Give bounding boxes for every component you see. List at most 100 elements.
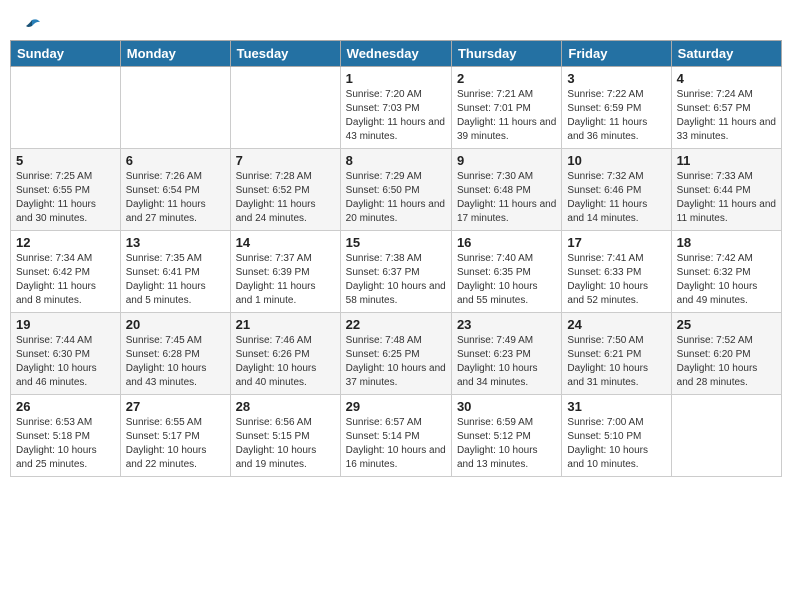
day-number: 1 xyxy=(346,71,446,86)
weekday-header-thursday: Thursday xyxy=(451,41,561,67)
day-info: Sunrise: 7:28 AM Sunset: 6:52 PM Dayligh… xyxy=(236,170,335,226)
day-info: Sunrise: 7:29 AM Sunset: 6:50 PM Dayligh… xyxy=(346,170,446,226)
calendar-empty-cell xyxy=(230,67,340,149)
day-number: 5 xyxy=(16,153,115,168)
calendar-day-cell: 16Sunrise: 7:40 AM Sunset: 6:35 PM Dayli… xyxy=(451,231,561,313)
day-info: Sunrise: 7:46 AM Sunset: 6:26 PM Dayligh… xyxy=(236,334,335,390)
day-info: Sunrise: 7:25 AM Sunset: 6:55 PM Dayligh… xyxy=(16,170,115,226)
day-number: 25 xyxy=(677,317,776,332)
day-number: 29 xyxy=(346,399,446,414)
day-number: 28 xyxy=(236,399,335,414)
calendar-day-cell: 2 Sunrise: 7:21 AM Sunset: 7:01 PM Daylig… xyxy=(451,67,561,149)
day-number: 14 xyxy=(236,235,335,250)
calendar-day-cell: 22 Sunrise: 7:48 AM Sunset: 6:25 PM Dayli… xyxy=(340,313,451,395)
day-info: Sunrise: 7:20 AM Sunset: 7:03 PM Dayligh… xyxy=(346,88,446,144)
day-info: Sunrise: 7:33 AM Sunset: 6:44 PM Dayligh… xyxy=(677,170,776,226)
day-number: 18 xyxy=(677,235,776,250)
weekday-header-sunday: Sunday xyxy=(11,41,121,67)
calendar-day-cell: 25 Sunrise: 7:52 AM Sunset: 6:20 PM Dayli… xyxy=(671,313,781,395)
day-info: Sunrise: 6:56 AM Sunset: 5:15 PM Dayligh… xyxy=(236,416,335,472)
calendar-day-cell: 5 Sunrise: 7:25 AM Sunset: 6:55 PM Daylig… xyxy=(11,149,121,231)
day-number: 30 xyxy=(457,399,556,414)
calendar-day-cell: 19 Sunrise: 7:44 AM Sunset: 6:30 PM Dayli… xyxy=(11,313,121,395)
page-header xyxy=(10,10,782,34)
day-number: 19 xyxy=(16,317,115,332)
day-number: 15 xyxy=(346,235,446,250)
day-info: Sunrise: 7:35 AM Sunset: 6:41 PM Dayligh… xyxy=(126,252,225,308)
calendar-week-row: 1 Sunrise: 7:20 AM Sunset: 7:03 PM Daylig… xyxy=(11,67,782,149)
day-number: 27 xyxy=(126,399,225,414)
weekday-header-monday: Monday xyxy=(120,41,230,67)
day-number: 21 xyxy=(236,317,335,332)
day-number: 13 xyxy=(126,235,225,250)
day-info: Sunrise: 7:34 AM Sunset: 6:42 PM Dayligh… xyxy=(16,252,115,308)
day-number: 6 xyxy=(126,153,225,168)
calendar-day-cell: 4 Sunrise: 7:24 AM Sunset: 6:57 PM Daylig… xyxy=(671,67,781,149)
calendar-day-cell: 8 Sunrise: 7:29 AM Sunset: 6:50 PM Daylig… xyxy=(340,149,451,231)
day-info: Sunrise: 7:52 AM Sunset: 6:20 PM Dayligh… xyxy=(677,334,776,390)
day-info: Sunrise: 6:55 AM Sunset: 5:17 PM Dayligh… xyxy=(126,416,225,472)
calendar-day-cell: 14 Sunrise: 7:37 AM Sunset: 6:39 PM Dayli… xyxy=(230,231,340,313)
weekday-header-friday: Friday xyxy=(562,41,671,67)
calendar-day-cell: 9 Sunrise: 7:30 AM Sunset: 6:48 PM Daylig… xyxy=(451,149,561,231)
calendar-week-row: 26 Sunrise: 6:53 AM Sunset: 5:18 PM Dayli… xyxy=(11,395,782,477)
day-number: 23 xyxy=(457,317,556,332)
weekday-header-tuesday: Tuesday xyxy=(230,41,340,67)
day-number: 11 xyxy=(677,153,776,168)
day-number: 8 xyxy=(346,153,446,168)
calendar-day-cell: 28 Sunrise: 6:56 AM Sunset: 5:15 PM Dayli… xyxy=(230,395,340,477)
day-info: Sunrise: 7:41 AM Sunset: 6:33 PM Dayligh… xyxy=(567,252,665,308)
calendar-header-row: SundayMondayTuesdayWednesdayThursdayFrid… xyxy=(11,41,782,67)
day-number: 7 xyxy=(236,153,335,168)
weekday-header-saturday: Saturday xyxy=(671,41,781,67)
calendar-day-cell: 21 Sunrise: 7:46 AM Sunset: 6:26 PM Dayli… xyxy=(230,313,340,395)
day-number: 26 xyxy=(16,399,115,414)
calendar-day-cell: 31 Sunrise: 7:00 AM Sunset: 5:10 PM Dayli… xyxy=(562,395,671,477)
calendar-day-cell: 10 Sunrise: 7:32 AM Sunset: 6:46 PM Dayli… xyxy=(562,149,671,231)
day-info: Sunrise: 7:00 AM Sunset: 5:10 PM Dayligh… xyxy=(567,416,665,472)
day-info: Sunrise: 7:45 AM Sunset: 6:28 PM Dayligh… xyxy=(126,334,225,390)
day-info: Sunrise: 7:22 AM Sunset: 6:59 PM Dayligh… xyxy=(567,88,665,144)
calendar-day-cell: 6 Sunrise: 7:26 AM Sunset: 6:54 PM Daylig… xyxy=(120,149,230,231)
day-info: Sunrise: 7:42 AM Sunset: 6:32 PM Dayligh… xyxy=(677,252,776,308)
calendar-day-cell: 18 Sunrise: 7:42 AM Sunset: 6:32 PM Dayli… xyxy=(671,231,781,313)
day-number: 22 xyxy=(346,317,446,332)
day-info: Sunrise: 7:44 AM Sunset: 6:30 PM Dayligh… xyxy=(16,334,115,390)
calendar-week-row: 5 Sunrise: 7:25 AM Sunset: 6:55 PM Daylig… xyxy=(11,149,782,231)
calendar-day-cell: 27 Sunrise: 6:55 AM Sunset: 5:17 PM Dayli… xyxy=(120,395,230,477)
day-number: 17 xyxy=(567,235,665,250)
day-info: Sunrise: 7:50 AM Sunset: 6:21 PM Dayligh… xyxy=(567,334,665,390)
day-info: Sunrise: 7:49 AM Sunset: 6:23 PM Dayligh… xyxy=(457,334,556,390)
day-info: Sunrise: 7:32 AM Sunset: 6:46 PM Dayligh… xyxy=(567,170,665,226)
day-info: Sunrise: 7:21 AM Sunset: 7:01 PM Dayligh… xyxy=(457,88,556,144)
day-info: Sunrise: 6:59 AM Sunset: 5:12 PM Dayligh… xyxy=(457,416,556,472)
calendar-day-cell: 15Sunrise: 7:38 AM Sunset: 6:37 PM Dayli… xyxy=(340,231,451,313)
day-number: 10 xyxy=(567,153,665,168)
calendar-day-cell: 20Sunrise: 7:45 AM Sunset: 6:28 PM Dayli… xyxy=(120,313,230,395)
day-number: 31 xyxy=(567,399,665,414)
calendar-day-cell: 26 Sunrise: 6:53 AM Sunset: 5:18 PM Dayli… xyxy=(11,395,121,477)
calendar-day-cell: 24Sunrise: 7:50 AM Sunset: 6:21 PM Dayli… xyxy=(562,313,671,395)
day-info: Sunrise: 7:48 AM Sunset: 6:25 PM Dayligh… xyxy=(346,334,446,390)
day-number: 3 xyxy=(567,71,665,86)
day-number: 2 xyxy=(457,71,556,86)
day-info: Sunrise: 7:37 AM Sunset: 6:39 PM Dayligh… xyxy=(236,252,335,308)
weekday-header-wednesday: Wednesday xyxy=(340,41,451,67)
day-info: Sunrise: 7:26 AM Sunset: 6:54 PM Dayligh… xyxy=(126,170,225,226)
day-info: Sunrise: 7:24 AM Sunset: 6:57 PM Dayligh… xyxy=(677,88,776,144)
calendar-day-cell: 17 Sunrise: 7:41 AM Sunset: 6:33 PM Dayli… xyxy=(562,231,671,313)
day-info: Sunrise: 6:53 AM Sunset: 5:18 PM Dayligh… xyxy=(16,416,115,472)
day-number: 12 xyxy=(16,235,115,250)
calendar-table: SundayMondayTuesdayWednesdayThursdayFrid… xyxy=(10,40,782,477)
calendar-day-cell: 1 Sunrise: 7:20 AM Sunset: 7:03 PM Daylig… xyxy=(340,67,451,149)
day-info: Sunrise: 7:30 AM Sunset: 6:48 PM Dayligh… xyxy=(457,170,556,226)
calendar-day-cell: 30 Sunrise: 6:59 AM Sunset: 5:12 PM Dayli… xyxy=(451,395,561,477)
day-number: 9 xyxy=(457,153,556,168)
day-number: 16 xyxy=(457,235,556,250)
calendar-week-row: 12 Sunrise: 7:34 AM Sunset: 6:42 PM Dayli… xyxy=(11,231,782,313)
logo-bird-icon xyxy=(22,18,42,34)
calendar-empty-cell xyxy=(671,395,781,477)
calendar-day-cell: 11 Sunrise: 7:33 AM Sunset: 6:44 PM Dayli… xyxy=(671,149,781,231)
calendar-empty-cell xyxy=(11,67,121,149)
day-number: 4 xyxy=(677,71,776,86)
